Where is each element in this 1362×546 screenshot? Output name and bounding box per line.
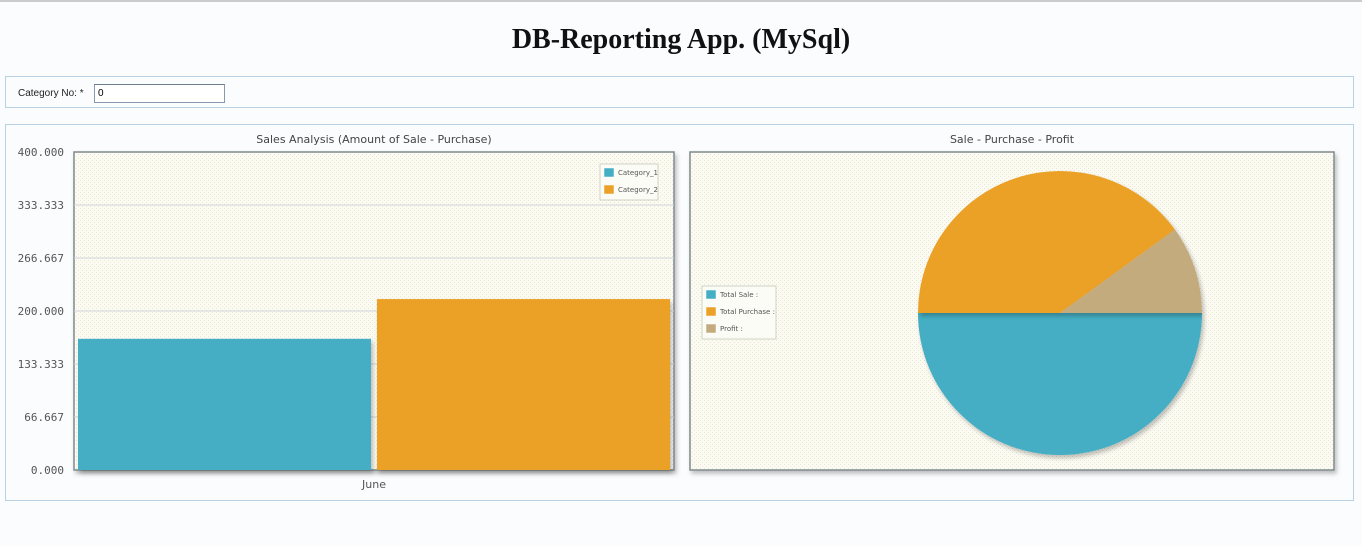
legend-label: Profit : (720, 325, 743, 333)
bar-category-2 (377, 299, 670, 470)
x-category-label: June (361, 478, 386, 491)
y-tick-label: 266.667 (18, 252, 64, 265)
legend-label: Total Purchase : (719, 308, 775, 316)
legend-label: Category_2 (618, 186, 658, 194)
charts-canvas: 0.000 66.667 133.333 200.000 266.667 333.333 4… (18, 146, 1335, 491)
y-tick-label: 200.000 (18, 305, 64, 318)
legend-label: Total Sale : (719, 291, 758, 299)
bar-category-1 (78, 338, 371, 470)
legend-label: Category_1 (618, 169, 658, 177)
y-tick-label: 133.333 (18, 358, 64, 371)
y-tick-label: 400.000 (18, 146, 64, 159)
legend-swatch (705, 323, 717, 334)
legend-swatch (705, 306, 717, 317)
legend-swatch (603, 184, 615, 195)
legend-swatch (705, 289, 717, 300)
legend-swatch (603, 167, 615, 178)
y-tick-label: 333.333 (18, 199, 64, 212)
y-tick-label: 66.667 (24, 411, 64, 424)
y-tick-label: 0.000 (31, 464, 64, 477)
